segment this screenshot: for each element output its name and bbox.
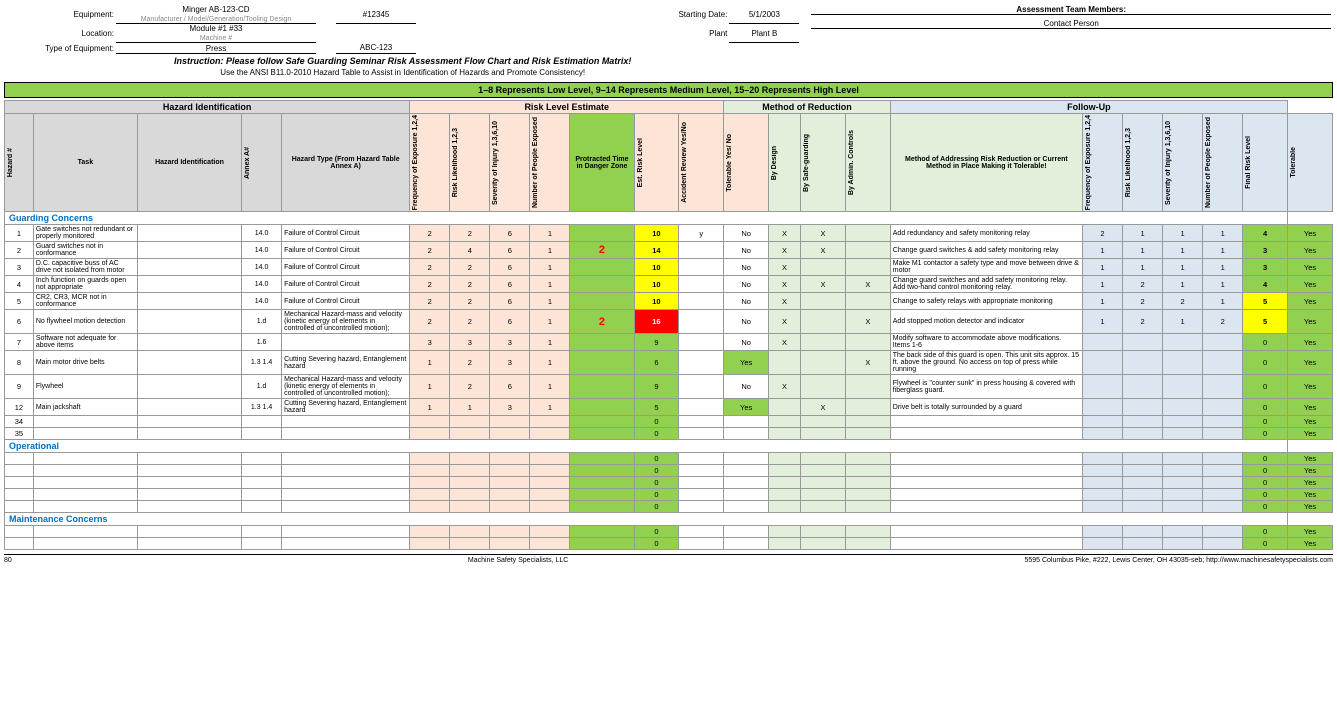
table-row: 0 0 Yes — [5, 526, 1333, 538]
table-row: 6 No flywheel motion detection 1.d Mecha… — [5, 310, 1333, 334]
table-row: 0 0 Yes — [5, 453, 1333, 465]
equipment-value: Minger AB-123-CD Manufacturer / Model/Ge… — [116, 5, 316, 24]
page: Equipment: Minger AB-123-CD Manufacturer… — [0, 0, 1337, 568]
col-by-safeguard: By Safe-guarding — [801, 114, 846, 212]
table-row: 1 Gate switches not redundant or properl… — [5, 225, 1333, 242]
main-table: Hazard Identification Risk Level Estimat… — [4, 100, 1333, 550]
location-value: Module #1 #33 Machine # — [116, 24, 316, 43]
starting-date-value: 5/1/2003 — [729, 5, 799, 24]
assessment-team-label: Assessment Team Members: — [811, 5, 1331, 15]
col-freq: Frequency of Exposure 1,2,4 — [410, 114, 450, 212]
table-row: 2 Guard switches not in conformance 14.0… — [5, 242, 1333, 259]
company-address: 5595 Columbus Pike, #222, Lewis Center, … — [1024, 557, 1333, 564]
header-table: Equipment: Minger AB-123-CD Manufacturer… — [4, 4, 1333, 80]
col-hazard-identification: Hazard Identification — [137, 114, 241, 212]
table-row: 4 Inch function on guards open not appro… — [5, 276, 1333, 293]
table-row: 0 0 Yes — [5, 477, 1333, 489]
equipment-id-value: ABC-123 — [336, 43, 416, 54]
footer: 80 Machine Safety Specialists, LLC 5595 … — [4, 554, 1333, 564]
starting-date-label: Starting Date: — [436, 5, 729, 24]
table-row: 12 Main jackshaft 1.3 1.4 Cutting Severi… — [5, 399, 1333, 416]
instruction2: Use the ANSI B11.0-2010 Hazard Table to … — [6, 68, 799, 77]
table-row: 3 D.C. capacitive buss of AC drive not i… — [5, 259, 1333, 276]
section-operational: Operational — [5, 440, 1288, 453]
col-protracted: Protracted Time in Danger Zone — [570, 114, 634, 212]
col-final-risk: Final Risk Level — [1243, 114, 1288, 212]
table-row: 0 0 Yes — [5, 538, 1333, 550]
plant-value: Plant B — [729, 24, 799, 43]
row-num: 1 — [5, 225, 34, 242]
col-num-people2: Number of People Exposed — [1203, 114, 1243, 212]
hazard-id-header: Hazard Identification — [5, 101, 410, 114]
col-tolerable2: Tolerable — [1288, 114, 1333, 212]
col-by-design: By Design — [769, 114, 801, 212]
page-num: 80 — [4, 557, 12, 564]
section-maintenance: Maintenance Concerns — [5, 513, 1288, 526]
type-value: Press — [116, 43, 316, 54]
id-value: #12345 — [336, 5, 416, 24]
table-row: 34 0 0 Yes — [5, 416, 1333, 428]
table-row: 5 CR2, CR3, MCR not in conformance 14.0 … — [5, 293, 1333, 310]
instruction1: Instruction: Please follow Safe Guarding… — [6, 56, 799, 66]
col-hazard-type: Hazard Type (From Hazard Table Annex A) — [282, 114, 410, 212]
risk-level-header: 1–8 Represents Low Level, 9–14 Represent… — [4, 82, 1333, 98]
table-row: 0 0 Yes — [5, 489, 1333, 501]
table-row: 7 Software not adequate for above items … — [5, 334, 1333, 351]
col-tolerable: Tolerable Yes/ No — [724, 114, 769, 212]
row-task: Gate switches not redundant or properly … — [33, 225, 137, 242]
method-header: Method of Reduction — [724, 101, 891, 114]
col-freq2: Frequency of Exposure 1,2,4 — [1082, 114, 1122, 212]
col-accident: Accident Review Yes/No — [679, 114, 724, 212]
table-row: 0 0 Yes — [5, 501, 1333, 513]
location-label: Location: — [6, 24, 116, 43]
section-guarding: Guarding Concerns — [5, 212, 1288, 225]
col-likelihood2: Risk Likelihood 1,2,3 — [1123, 114, 1163, 212]
table-row: 9 Flywheel 1.d Mechanical Hazard-mass an… — [5, 375, 1333, 399]
col-severity: Severity of Injury 1,3,6,10 — [490, 114, 530, 212]
header-right: Assessment Team Members: Contact Person — [801, 4, 1333, 80]
table-row: 35 0 0 Yes — [5, 428, 1333, 440]
table-row: 0 0 Yes — [5, 465, 1333, 477]
plant-label: Plant — [436, 24, 729, 43]
header-info: Equipment: Minger AB-123-CD Manufacturer… — [6, 5, 799, 54]
col-severity2: Severity of Injury 1,3,6,10 — [1163, 114, 1203, 212]
col-num-people: Number of People Exposed — [530, 114, 570, 212]
followup-header: Follow-Up — [890, 101, 1287, 114]
col-method-text: Method of Addressing Risk Reduction or C… — [890, 114, 1082, 212]
contact-label: Contact Person — [811, 19, 1331, 29]
col-annex: Annex A# — [242, 114, 282, 212]
table-row: 8 Main motor drive belts 1.3 1.4 Cutting… — [5, 351, 1333, 375]
col-task: Task — [33, 114, 137, 212]
col-num: Hazard # — [5, 114, 34, 212]
type-label: Type of Equipment: — [6, 43, 116, 54]
company-name: Machine Safety Specialists, LLC — [468, 557, 568, 564]
col-risk-level: Est. Risk Level — [634, 114, 679, 212]
equipment-label: Equipment: — [6, 5, 116, 24]
header-left: Equipment: Minger AB-123-CD Manufacturer… — [4, 4, 801, 80]
col-likelihood: Risk Likelihood 1,2,3 — [450, 114, 490, 212]
col-by-admin: By Admin. Controls — [845, 114, 890, 212]
risk-estimate-header: Risk Level Estimate — [410, 101, 724, 114]
